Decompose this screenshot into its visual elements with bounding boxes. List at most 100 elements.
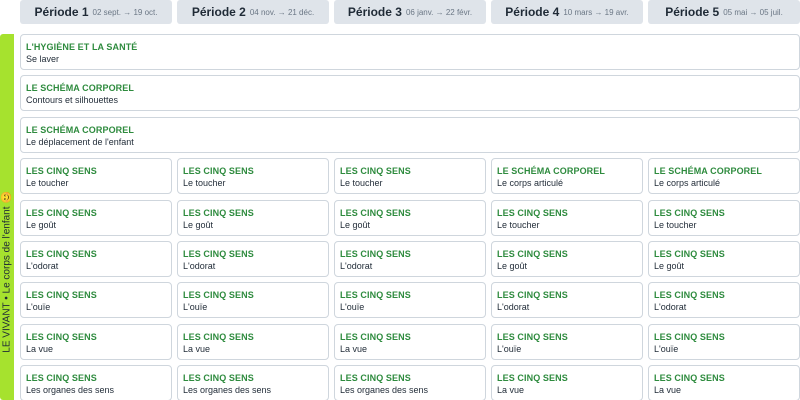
card-domain-title: LE SCHÉMA CORPOREL (26, 83, 134, 94)
card-domain-title: LES CINQ SENS (340, 249, 411, 259)
activity-card[interactable]: LES CINQ SENS L'ouïe (334, 282, 486, 319)
activity-card[interactable]: LES CINQ SENS L'odorat (648, 282, 800, 319)
activity-card[interactable]: LES CINQ SENS L'odorat (20, 241, 172, 277)
activity-card[interactable]: LES CINQ SENS L'ouïe (648, 323, 800, 360)
card-domain-title: LES CINQ SENS (497, 331, 568, 342)
planning-grid: L'HYGIÈNE ET LA SANTÉ Se laver LE SCHÉMA… (20, 34, 800, 400)
period-header: Période 1 02 sept. → 19 oct. Période 2 0… (20, 0, 800, 24)
period-1-header: Période 1 02 sept. → 19 oct. (20, 0, 172, 24)
card-domain-title: LES CINQ SENS (340, 331, 411, 342)
activity-card[interactable]: LES CINQ SENS Le toucher (20, 158, 172, 195)
card-domain-title: L'HYGIÈNE ET LA SANTÉ (26, 42, 138, 52)
card-domain-title: LES CINQ SENS (340, 373, 411, 384)
activity-card[interactable]: LES CINQ SENS L'odorat (491, 282, 643, 319)
card-activity: Le goût (340, 219, 371, 230)
activity-card[interactable]: LES CINQ SENS La vue (20, 323, 172, 360)
card-domain-title: LES CINQ SENS (497, 207, 568, 218)
period-dates: 05 mai → 05 juil. (723, 7, 783, 17)
activity-card[interactable]: LES CINQ SENS Les organes des sens (177, 365, 329, 400)
card-activity: Le goût (654, 261, 685, 271)
activity-card[interactable]: LES CINQ SENS Le goût (491, 241, 643, 277)
card-activity: L'ouïe (497, 343, 522, 354)
activity-card[interactable]: LES CINQ SENS Le toucher (334, 158, 486, 195)
card-domain-title: LES CINQ SENS (26, 331, 97, 342)
activity-card[interactable]: LES CINQ SENS L'ouïe (177, 282, 329, 319)
card-activity: La vue (340, 343, 368, 354)
card-activity: Le toucher (497, 219, 540, 230)
card-activity: L'ouïe (26, 302, 51, 313)
card-activity: Le goût (497, 261, 528, 271)
card-activity: Le toucher (340, 178, 383, 189)
card-domain-title: LES CINQ SENS (26, 207, 97, 218)
card-activity: Les organes des sens (26, 385, 115, 396)
card-activity: L'odorat (340, 261, 373, 271)
card-activity: L'ouïe (654, 343, 679, 354)
period-4-header: Période 4 10 mars → 19 avr. (491, 0, 643, 24)
card-activity: L'ouïe (183, 302, 208, 313)
period-name: Période 4 (505, 5, 560, 19)
card-domain-title: LES CINQ SENS (183, 166, 254, 177)
card-activity: La vue (497, 385, 525, 396)
card-activity: La vue (183, 343, 211, 354)
activity-card[interactable]: LES CINQ SENS Le toucher (491, 199, 643, 236)
card-activity: L'ouïe (340, 302, 365, 313)
card-activity: Le déplacement de l'enfant (26, 136, 134, 147)
activity-card[interactable]: LE SCHÉMA CORPOREL Le déplacement de l'e… (20, 116, 800, 153)
card-activity: Le corps articulé (497, 178, 564, 189)
activity-card[interactable]: LES CINQ SENS La vue (491, 365, 643, 400)
domain-side-bar: LE VIVANT • Le corps de l'enfant 😊 (0, 34, 14, 400)
card-activity: Le toucher (26, 178, 69, 189)
activity-card[interactable]: LES CINQ SENS La vue (177, 323, 329, 360)
activity-card[interactable]: LES CINQ SENS L'odorat (334, 241, 486, 277)
period-dates: 10 mars → 19 avr. (563, 7, 629, 17)
card-activity: L'odorat (497, 302, 530, 313)
card-domain-title: LES CINQ SENS (497, 290, 568, 301)
activity-card[interactable]: LE SCHÉMA CORPOREL Le corps articulé (491, 158, 643, 195)
activity-card[interactable]: LES CINQ SENS L'odorat (177, 241, 329, 277)
card-domain-title: LES CINQ SENS (340, 207, 411, 218)
activity-card[interactable]: LE SCHÉMA CORPOREL Contours et silhouett… (20, 75, 800, 112)
card-activity: Le toucher (183, 178, 226, 189)
card-activity: L'odorat (654, 302, 687, 313)
activity-card[interactable]: LES CINQ SENS Le goût (648, 241, 800, 277)
card-activity: Les organes des sens (183, 385, 272, 396)
card-domain-title: LES CINQ SENS (654, 373, 725, 384)
card-domain-title: LES CINQ SENS (26, 249, 97, 259)
card-activity: Le goût (26, 219, 57, 230)
period-dates: 04 nov. → 21 déc. (249, 7, 315, 17)
card-activity: La vue (26, 343, 54, 354)
card-domain-title: LES CINQ SENS (183, 249, 254, 259)
activity-card[interactable]: LES CINQ SENS Le toucher (648, 199, 800, 236)
card-activity: L'odorat (183, 261, 216, 271)
card-activity: Le toucher (654, 219, 697, 230)
card-domain-title: LES CINQ SENS (654, 331, 725, 342)
card-domain-title: LES CINQ SENS (183, 290, 254, 301)
card-domain-title: LE SCHÉMA CORPOREL (654, 166, 762, 177)
activity-card[interactable]: LES CINQ SENS Le goût (177, 199, 329, 236)
activity-card[interactable]: L'HYGIÈNE ET LA SANTÉ Se laver (20, 34, 800, 70)
activity-card[interactable]: LE SCHÉMA CORPOREL Le corps articulé (648, 158, 800, 195)
card-domain-title: LE SCHÉMA CORPOREL (26, 124, 134, 135)
card-domain-title: LES CINQ SENS (654, 290, 725, 301)
activity-card[interactable]: LES CINQ SENS L'ouïe (20, 282, 172, 319)
period-name: Période 3 (347, 5, 402, 19)
card-domain-title: LES CINQ SENS (497, 373, 568, 384)
card-domain-title: LES CINQ SENS (26, 290, 97, 301)
activity-card[interactable]: LES CINQ SENS La vue (334, 323, 486, 360)
card-domain-title: LES CINQ SENS (183, 331, 254, 342)
card-domain-title: LES CINQ SENS (340, 166, 411, 177)
card-domain-title: LE SCHÉMA CORPOREL (497, 166, 605, 177)
activity-card[interactable]: LES CINQ SENS La vue (648, 365, 800, 400)
card-domain-title: LES CINQ SENS (26, 166, 97, 177)
activity-card[interactable]: LES CINQ SENS Les organes des sens (20, 365, 172, 400)
activity-card[interactable]: LES CINQ SENS Le goût (334, 199, 486, 236)
activity-card[interactable]: LES CINQ SENS Les organes des sens (334, 365, 486, 400)
activity-card[interactable]: LES CINQ SENS Le goût (20, 199, 172, 236)
card-activity: L'odorat (26, 261, 59, 271)
card-domain-title: LES CINQ SENS (183, 207, 254, 218)
activity-card[interactable]: LES CINQ SENS L'ouïe (491, 323, 643, 360)
period-5-header: Période 5 05 mai → 05 juil. (648, 0, 800, 24)
activity-card[interactable]: LES CINQ SENS Le toucher (177, 158, 329, 195)
card-activity: Le goût (183, 219, 214, 230)
period-name: Période 1 (34, 5, 89, 19)
